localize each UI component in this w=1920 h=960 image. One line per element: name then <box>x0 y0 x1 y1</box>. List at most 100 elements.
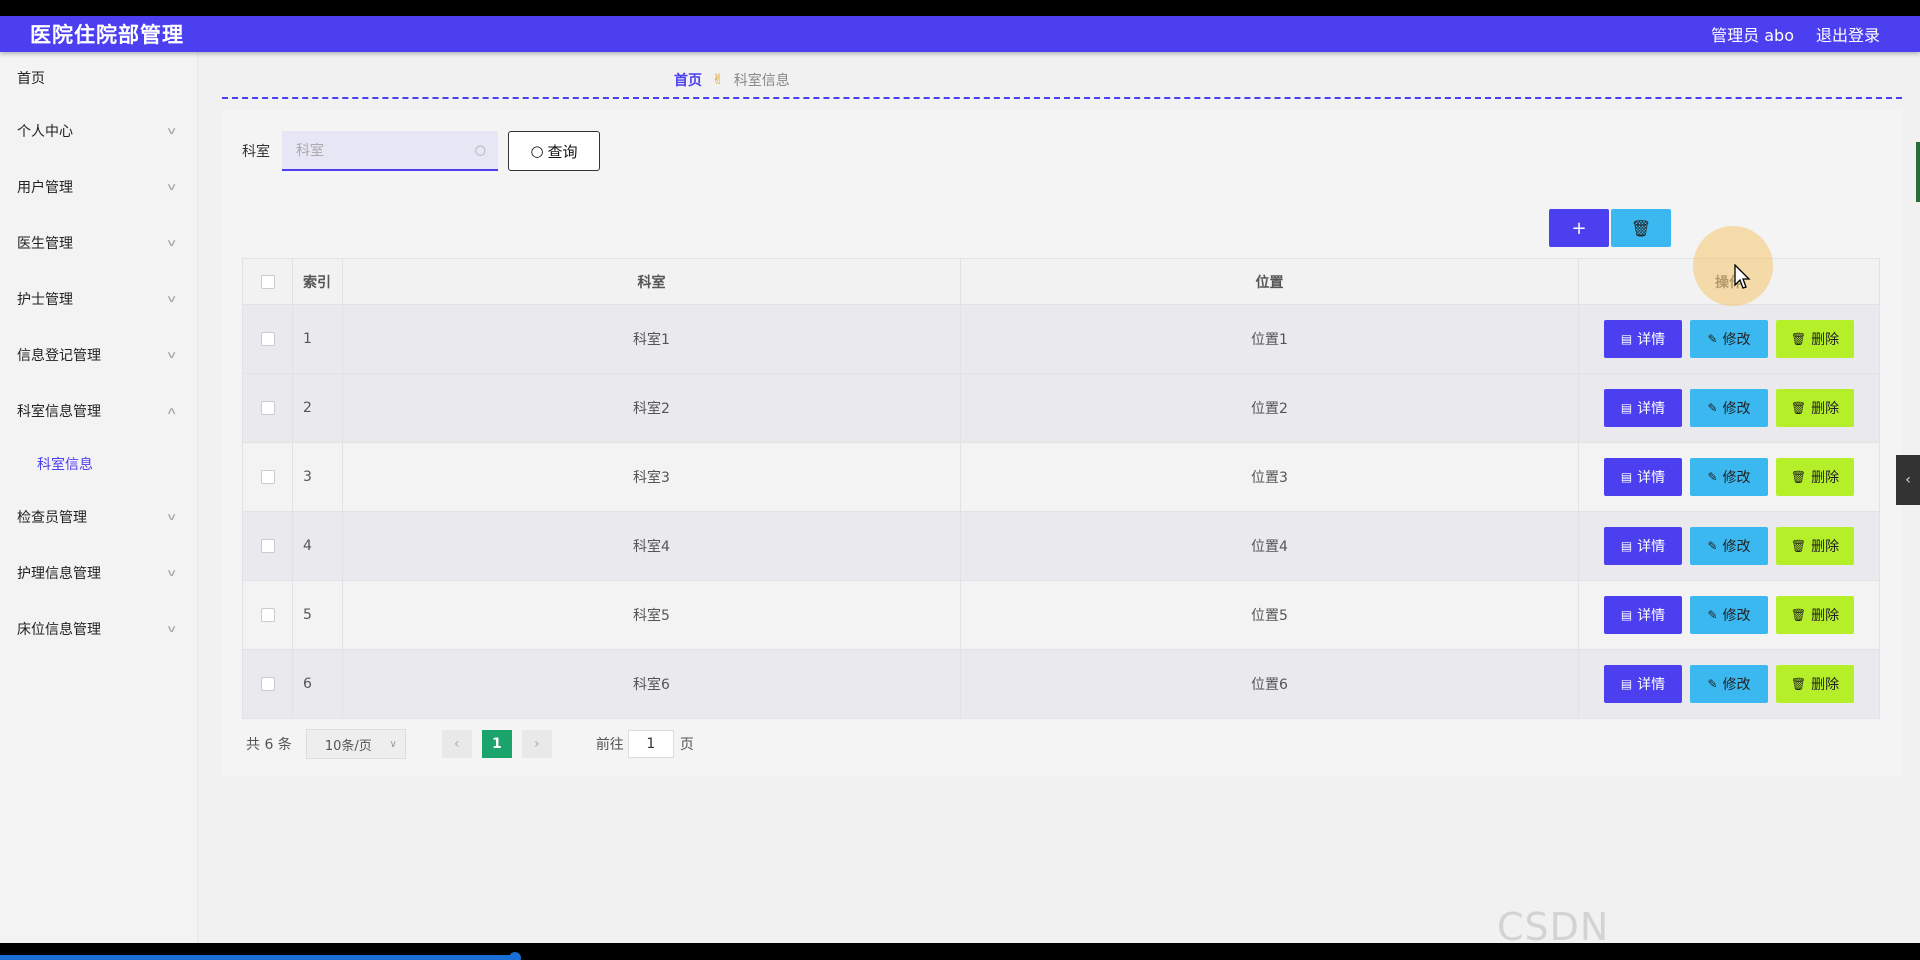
sidebar-subitem-department-info[interactable]: 科室信息 <box>0 439 197 489</box>
column-header-department: 科室 <box>343 259 961 304</box>
table-row: 2 科室2 位置2 ▤ 详情 ✎ 修改 🗑 删除 <box>243 373 1879 442</box>
detail-button[interactable]: ▤ 详情 <box>1604 458 1682 496</box>
sidebar-item-doctors[interactable]: 医生管理 ∨ <box>0 215 197 271</box>
sidebar-item-personal[interactable]: 个人中心 ∨ <box>0 103 197 159</box>
row-index: 6 <box>293 650 343 718</box>
breadcrumb-divider <box>222 97 1902 99</box>
detail-button[interactable]: ▤ 详情 <box>1604 527 1682 565</box>
delete-button[interactable]: 🗑 删除 <box>1776 527 1854 565</box>
row-select-cell <box>243 305 293 373</box>
row-checkbox[interactable] <box>260 608 275 622</box>
video-progress-handle[interactable] <box>509 952 521 960</box>
edit-button[interactable]: ✎ 修改 <box>1690 458 1768 496</box>
sidebar-item-departments[interactable]: 科室信息管理 ∧ <box>0 383 197 439</box>
query-button[interactable]: ○ 查询 <box>508 131 600 171</box>
edit-button[interactable]: ✎ 修改 <box>1690 665 1768 703</box>
edit-button[interactable]: ✎ 修改 <box>1690 527 1768 565</box>
add-button[interactable]: + <box>1549 209 1609 247</box>
trash-icon: 🗑 <box>1790 677 1807 691</box>
delete-button[interactable]: 🗑 删除 <box>1776 389 1854 427</box>
delete-button[interactable]: 🗑 删除 <box>1776 458 1854 496</box>
row-checkbox[interactable] <box>260 332 275 346</box>
trash-icon: 🗑 <box>1790 401 1807 415</box>
sidebar-item-label: 个人中心 <box>17 124 73 140</box>
sidebar-item-registration[interactable]: 信息登记管理 ∨ <box>0 327 197 383</box>
sidebar-item-home[interactable]: 首页 <box>0 52 197 103</box>
trash-icon: 🗑 <box>1790 608 1807 622</box>
edit-button-label: 修改 <box>1722 539 1751 555</box>
sidebar-item-label: 护理信息管理 <box>17 566 101 582</box>
batch-delete-button[interactable]: 🗑 <box>1611 209 1671 247</box>
document-icon: ▤ <box>1620 677 1633 691</box>
row-department: 科室4 <box>343 512 961 580</box>
row-select-cell <box>243 512 293 580</box>
row-department: 科室6 <box>343 650 961 718</box>
edit-button[interactable]: ✎ 修改 <box>1690 389 1768 427</box>
row-select-cell <box>243 650 293 718</box>
sidebar-item-inspectors[interactable]: 检查员管理 ∨ <box>0 489 197 545</box>
detail-button-label: 详情 <box>1637 608 1666 624</box>
sidebar-item-nurses[interactable]: 护士管理 ∨ <box>0 271 197 327</box>
delete-button-label: 删除 <box>1811 332 1840 348</box>
page-size-select[interactable]: 10条/页 ∨ <box>305 729 406 759</box>
hand-icon: ✌ <box>712 72 724 88</box>
trash-icon: 🗑 <box>1790 470 1807 484</box>
next-page-button[interactable]: › <box>521 730 552 758</box>
header-actions: 管理员 abo 退出登录 <box>1711 22 1880 46</box>
row-location: 位置2 <box>961 374 1579 442</box>
sidebar-item-beds[interactable]: 床位信息管理 ∨ <box>0 601 197 657</box>
row-checkbox[interactable] <box>260 401 275 415</box>
row-department: 科室5 <box>343 581 961 649</box>
video-progress-fill <box>0 955 515 960</box>
delete-button[interactable]: 🗑 删除 <box>1776 320 1854 358</box>
chevron-right-icon: › <box>534 736 540 752</box>
prev-page-button[interactable]: ‹ <box>441 730 472 758</box>
row-actions: ▤ 详情 ✎ 修改 🗑 删除 <box>1579 305 1879 373</box>
delete-button-label: 删除 <box>1811 677 1840 693</box>
edit-button[interactable]: ✎ 修改 <box>1690 596 1768 634</box>
row-checkbox[interactable] <box>260 677 275 691</box>
page-number-current[interactable]: 1 <box>481 730 512 758</box>
sidebar-item-users[interactable]: 用户管理 ∨ <box>0 159 197 215</box>
document-icon: ▤ <box>1620 539 1633 553</box>
pencil-icon: ✎ <box>1707 470 1718 484</box>
detail-button[interactable]: ▤ 详情 <box>1604 320 1682 358</box>
scroll-edge-indicator <box>1916 142 1920 202</box>
row-location: 位置3 <box>961 443 1579 511</box>
row-index: 2 <box>293 374 343 442</box>
sidebar-item-label: 床位信息管理 <box>17 622 101 638</box>
row-index: 5 <box>293 581 343 649</box>
row-location: 位置5 <box>961 581 1579 649</box>
detail-button[interactable]: ▤ 详情 <box>1604 665 1682 703</box>
logout-link[interactable]: 退出登录 <box>1816 22 1880 46</box>
collapse-panel-toggle[interactable]: ‹ <box>1896 455 1920 505</box>
search-input[interactable]: 科室 ○ <box>282 131 498 171</box>
row-checkbox[interactable] <box>260 470 275 484</box>
row-department: 科室2 <box>343 374 961 442</box>
query-button-label: 查询 <box>547 142 578 161</box>
app-title: 医院住院部管理 <box>30 23 184 47</box>
column-header-location: 位置 <box>961 259 1579 304</box>
document-icon: ▤ <box>1620 401 1633 415</box>
detail-button[interactable]: ▤ 详情 <box>1604 596 1682 634</box>
select-all-checkbox[interactable] <box>260 274 275 289</box>
detail-button[interactable]: ▤ 详情 <box>1604 389 1682 427</box>
page-size-value: 10条/页 <box>324 738 372 754</box>
delete-button[interactable]: 🗑 删除 <box>1776 596 1854 634</box>
sidebar-item-label: 用户管理 <box>17 180 73 196</box>
trash-icon: 🗑 <box>1790 332 1807 346</box>
delete-button[interactable]: 🗑 删除 <box>1776 665 1854 703</box>
table-row: 5 科室5 位置5 ▤ 详情 ✎ 修改 🗑 删除 <box>243 580 1879 649</box>
chevron-up-icon: ∧ <box>165 405 178 417</box>
edit-button[interactable]: ✎ 修改 <box>1690 320 1768 358</box>
sidebar-item-label: 检查员管理 <box>17 510 87 526</box>
breadcrumb-home[interactable]: 首页 <box>674 70 702 90</box>
row-checkbox[interactable] <box>260 539 275 553</box>
goto-page-input[interactable]: 1 <box>627 730 674 758</box>
row-index: 3 <box>293 443 343 511</box>
document-icon: ▤ <box>1620 470 1633 484</box>
sidebar-item-nursing[interactable]: 护理信息管理 ∨ <box>0 545 197 601</box>
pencil-icon: ✎ <box>1707 608 1718 622</box>
sidebar: 首页 个人中心 ∨ 用户管理 ∨ 医生管理 ∨ 护士管理 ∨ 信息登记管理 ∨ … <box>0 52 198 943</box>
select-all-cell <box>243 259 293 304</box>
